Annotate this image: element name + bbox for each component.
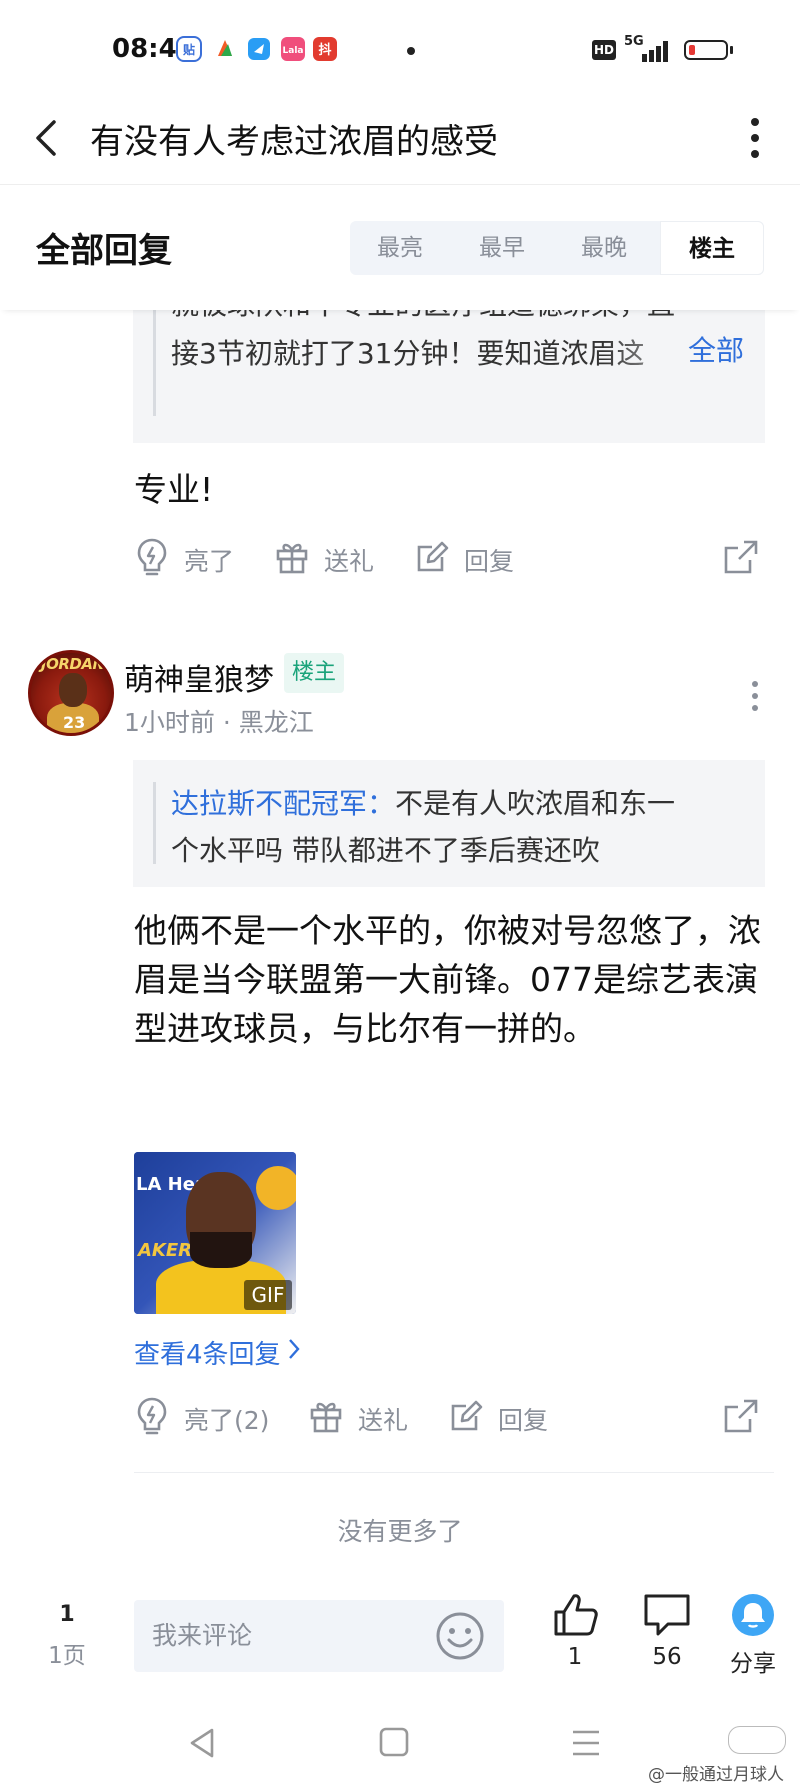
light-button[interactable]: 亮了(2) xyxy=(134,1391,269,1447)
quoted-reply[interactable]: 达拉斯不配冠军：不是有人吹浓眉和东一 个水平吗 带队都进不了季后赛还吹 xyxy=(133,760,765,887)
edit-icon xyxy=(414,539,464,581)
app-notification-icon xyxy=(246,36,272,62)
app-notification-icon: 贴 xyxy=(176,36,202,62)
notification-dot xyxy=(407,47,415,55)
avatar[interactable]: JORDAN 23 xyxy=(28,650,114,736)
view-replies-label: 查看4条回复 xyxy=(134,1340,281,1370)
battery-tip xyxy=(730,46,733,54)
view-replies-link[interactable]: 查看4条回复 xyxy=(134,1334,301,1371)
like-button[interactable]: 1 xyxy=(540,1592,610,1670)
quote-bar xyxy=(153,782,156,864)
light-bulb-icon xyxy=(134,537,184,583)
sort-tabs: 最亮 最早 最晚 楼主 xyxy=(350,221,764,275)
op-badge: 楼主 xyxy=(284,653,344,693)
avatar-face xyxy=(59,673,87,707)
gif-image[interactable]: LA Healt AKERS GIF xyxy=(134,1152,296,1314)
share-button[interactable]: 分享 xyxy=(718,1592,788,1678)
sort-tab-latest[interactable]: 最晚 xyxy=(554,221,654,275)
more-options-icon[interactable] xyxy=(740,112,770,164)
reply-actions: 亮了 送礼 回复 xyxy=(134,532,774,588)
reply-label: 回复 xyxy=(498,1406,549,1435)
comment-bubble-icon xyxy=(642,1594,692,1642)
reply-actions: 亮了(2) 送礼 回复 xyxy=(134,1391,774,1447)
edit-icon xyxy=(448,1398,498,1440)
battery-icon xyxy=(684,40,728,60)
divider xyxy=(134,1472,774,1473)
avatar-number: 23 xyxy=(63,713,86,732)
svg-text:贴: 贴 xyxy=(183,42,195,57)
gif-figure-beard xyxy=(190,1232,252,1268)
comments-button[interactable]: 56 xyxy=(632,1592,702,1670)
light-label: 亮了(2) xyxy=(184,1406,270,1435)
gift-icon xyxy=(308,1398,358,1440)
svg-text:Lala: Lala xyxy=(283,46,304,56)
author-name[interactable]: 萌神皇狼梦 xyxy=(124,655,274,699)
battery-level xyxy=(689,45,695,55)
nav-menu-icon[interactable] xyxy=(570,1728,602,1762)
comment-placeholder: 我来评论 xyxy=(152,1621,253,1650)
reply-content: 他俩不是一个水平的，你被对号忽悠了，浓眉是当今联盟第一大前锋。077是综艺表演型… xyxy=(134,911,761,1048)
gift-label: 送礼 xyxy=(358,1406,409,1435)
sort-tab-op[interactable]: 楼主 xyxy=(660,221,764,275)
status-bar: 08:40 贴 Lala 抖 HD 5G xyxy=(0,0,800,92)
reply-label: 回复 xyxy=(464,547,515,576)
share-out-icon xyxy=(722,1397,774,1441)
app-notification-icon xyxy=(212,36,238,62)
chevron-right-icon xyxy=(281,1337,301,1368)
comment-count: 56 xyxy=(652,1644,682,1670)
reply-button[interactable]: 回复 xyxy=(448,1391,548,1447)
share-out-icon xyxy=(722,538,774,582)
app-notification-icon: 抖 xyxy=(312,36,338,62)
reply-meta: 1小时前 · 黑龙江 xyxy=(124,708,314,737)
reply-button[interactable]: 回复 xyxy=(414,532,514,588)
bottom-bar: 1 1页 我来评论 1 56 分享 xyxy=(0,1580,800,1696)
gift-button[interactable]: 送礼 xyxy=(308,1391,408,1447)
nav-home-icon[interactable] xyxy=(378,1726,410,1762)
replies-header: 全部回复 最亮 最早 最晚 楼主 xyxy=(0,185,800,310)
like-count: 1 xyxy=(567,1644,583,1670)
watermark-logo xyxy=(728,1726,786,1754)
light-button[interactable]: 亮了 xyxy=(134,532,234,588)
light-label: 亮了 xyxy=(184,547,235,576)
hd-badge: HD xyxy=(592,40,616,60)
share-label: 分享 xyxy=(730,1651,776,1677)
quoted-user[interactable]: 达拉斯不配冠军： xyxy=(171,787,395,820)
sort-tab-earliest[interactable]: 最早 xyxy=(452,221,552,275)
all-replies-title: 全部回复 xyxy=(36,231,172,271)
share-icon xyxy=(730,1594,776,1642)
app-notification-icon: Lala xyxy=(280,36,306,62)
back-arrow-icon[interactable] xyxy=(30,118,66,158)
gif-logo-shape xyxy=(256,1166,296,1210)
quote-text-line: 个水平吗 带队都进不了季后赛还吹 xyxy=(171,834,600,867)
share-reply-button[interactable] xyxy=(722,532,774,588)
watermark: @一般通过月球人 xyxy=(648,1765,784,1785)
nav-back-icon[interactable] xyxy=(186,1726,220,1764)
gift-label: 送礼 xyxy=(324,547,375,576)
page-title: 有没有人考虑过浓眉的感受 xyxy=(90,122,498,162)
quote-text-line: 达拉斯不配冠军：不是有人吹浓眉和东一 xyxy=(171,779,675,828)
emoji-icon[interactable] xyxy=(434,1610,486,1662)
reply-more-icon[interactable] xyxy=(745,676,765,716)
quote-text: 不是有人吹浓眉和东一 xyxy=(395,787,676,820)
thumbs-up-icon xyxy=(550,1594,600,1642)
page-label[interactable]: 1页 xyxy=(40,1636,94,1670)
gif-badge: GIF xyxy=(244,1280,292,1310)
no-more-text: 没有更多了 xyxy=(337,1517,463,1546)
light-bulb-icon xyxy=(134,1396,184,1442)
svg-text:抖: 抖 xyxy=(318,42,331,58)
gift-button[interactable]: 送礼 xyxy=(274,532,374,588)
page-number[interactable]: 1 xyxy=(50,1602,84,1627)
sort-tab-brightest[interactable]: 最亮 xyxy=(350,221,450,275)
comment-input[interactable]: 我来评论 xyxy=(134,1600,504,1672)
gift-icon xyxy=(274,539,324,581)
signal-icon xyxy=(640,40,672,62)
avatar-label: JORDAN xyxy=(41,655,105,673)
expand-quote-link[interactable]: 全部 xyxy=(686,329,745,369)
reply-content: 专业! xyxy=(134,470,214,509)
share-reply-button[interactable] xyxy=(722,1391,774,1447)
page-header: 有没有人考虑过浓眉的感受 xyxy=(0,92,800,185)
